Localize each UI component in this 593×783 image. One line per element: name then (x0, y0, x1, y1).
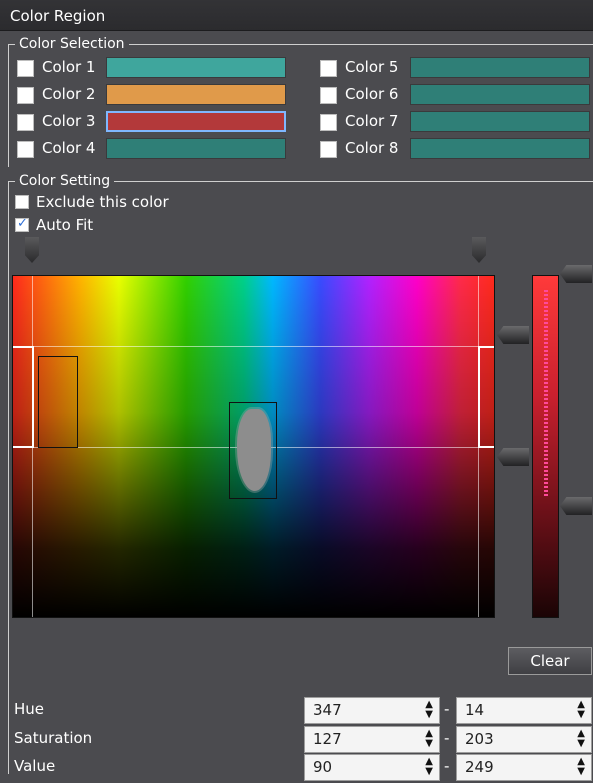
value-range-indicator (544, 290, 548, 498)
value-max-value: 249 (465, 758, 494, 776)
up-down-arrows-icon[interactable]: ▲ ▼ (425, 700, 433, 720)
saturation-min-spinbox[interactable]: 127 ▲ ▼ (304, 726, 440, 753)
value-bar[interactable] (532, 275, 559, 618)
color-6-checkbox[interactable] (320, 87, 337, 104)
hue-min-spinbox[interactable]: 347 ▲ ▼ (304, 697, 440, 724)
color-5-checkbox[interactable] (320, 60, 337, 77)
sample-region-left (38, 356, 78, 448)
exclude-color-checkbox[interactable] (15, 195, 29, 209)
up-down-arrows-icon[interactable]: ▲ ▼ (577, 757, 585, 777)
color-setting-legend: Color Setting (19, 173, 111, 189)
hue-separator: - (444, 700, 450, 718)
value-separator: - (444, 757, 450, 775)
auto-fit-label: Auto Fit (36, 216, 94, 234)
color-selection-legend: Color Selection (19, 36, 125, 52)
color-7-checkbox[interactable] (320, 114, 337, 131)
color-1-swatch[interactable] (106, 57, 286, 78)
clear-button[interactable]: Clear (508, 647, 592, 675)
value-min-spinbox[interactable]: 90 ▲ ▼ (304, 754, 440, 781)
sample-pixels (237, 409, 271, 491)
color-5-label: Color 5 (345, 58, 399, 76)
saturation-min-marker-icon[interactable] (497, 448, 529, 466)
hue-label: Hue (14, 700, 45, 718)
up-down-arrows-icon[interactable]: ▲ ▼ (577, 700, 585, 720)
color-2-swatch[interactable] (106, 84, 286, 105)
hue-min-value: 347 (313, 701, 342, 719)
color-4-swatch[interactable] (106, 138, 286, 159)
color-4-label: Color 4 (42, 139, 96, 157)
up-down-arrows-icon[interactable]: ▲ ▼ (577, 729, 585, 749)
saturation-min-value: 127 (313, 730, 342, 748)
saturation-max-spinbox[interactable]: 203 ▲ ▼ (456, 726, 592, 753)
color-6-swatch[interactable] (410, 84, 590, 105)
exclude-color-label: Exclude this color (36, 193, 169, 211)
value-min-marker-icon[interactable] (560, 497, 592, 515)
value-min-value: 90 (313, 758, 333, 776)
color-3-swatch[interactable] (106, 111, 286, 132)
saturation-max-line (13, 346, 494, 347)
color-1-checkbox[interactable] (17, 60, 34, 77)
color-1-label: Color 1 (42, 58, 96, 76)
value-max-spinbox[interactable]: 249 ▲ ▼ (456, 754, 592, 781)
hue-saturation-spectrum[interactable] (12, 275, 495, 618)
color-4-checkbox[interactable] (17, 141, 34, 158)
color-5-swatch[interactable] (410, 57, 590, 78)
saturation-label: Saturation (14, 729, 93, 747)
selection-right-bracket (478, 346, 494, 448)
color-7-label: Color 7 (345, 112, 399, 130)
color-8-label: Color 8 (345, 139, 399, 157)
window-titlebar: Color Region (0, 0, 593, 31)
color-8-checkbox[interactable] (320, 141, 337, 158)
auto-fit-checkbox[interactable] (15, 216, 29, 232)
color-7-swatch[interactable] (410, 111, 590, 132)
color-8-swatch[interactable] (410, 138, 590, 159)
color-2-checkbox[interactable] (17, 87, 34, 104)
saturation-separator: - (444, 729, 450, 747)
selection-left-bracket (13, 346, 34, 448)
up-down-arrows-icon[interactable]: ▲ ▼ (425, 757, 433, 777)
window-title: Color Region (10, 7, 106, 25)
color-6-label: Color 6 (345, 85, 399, 103)
saturation-max-value: 203 (465, 730, 494, 748)
value-label: Value (14, 757, 56, 775)
color-2-label: Color 2 (42, 85, 96, 103)
saturation-max-marker-icon[interactable] (497, 326, 529, 344)
color-3-label: Color 3 (42, 112, 96, 130)
up-down-arrows-icon[interactable]: ▲ ▼ (425, 729, 433, 749)
value-max-marker-icon[interactable] (560, 265, 592, 283)
color-3-checkbox[interactable] (17, 114, 34, 131)
hue-max-spinbox[interactable]: 14 ▲ ▼ (456, 697, 592, 724)
hue-max-value: 14 (465, 701, 485, 719)
